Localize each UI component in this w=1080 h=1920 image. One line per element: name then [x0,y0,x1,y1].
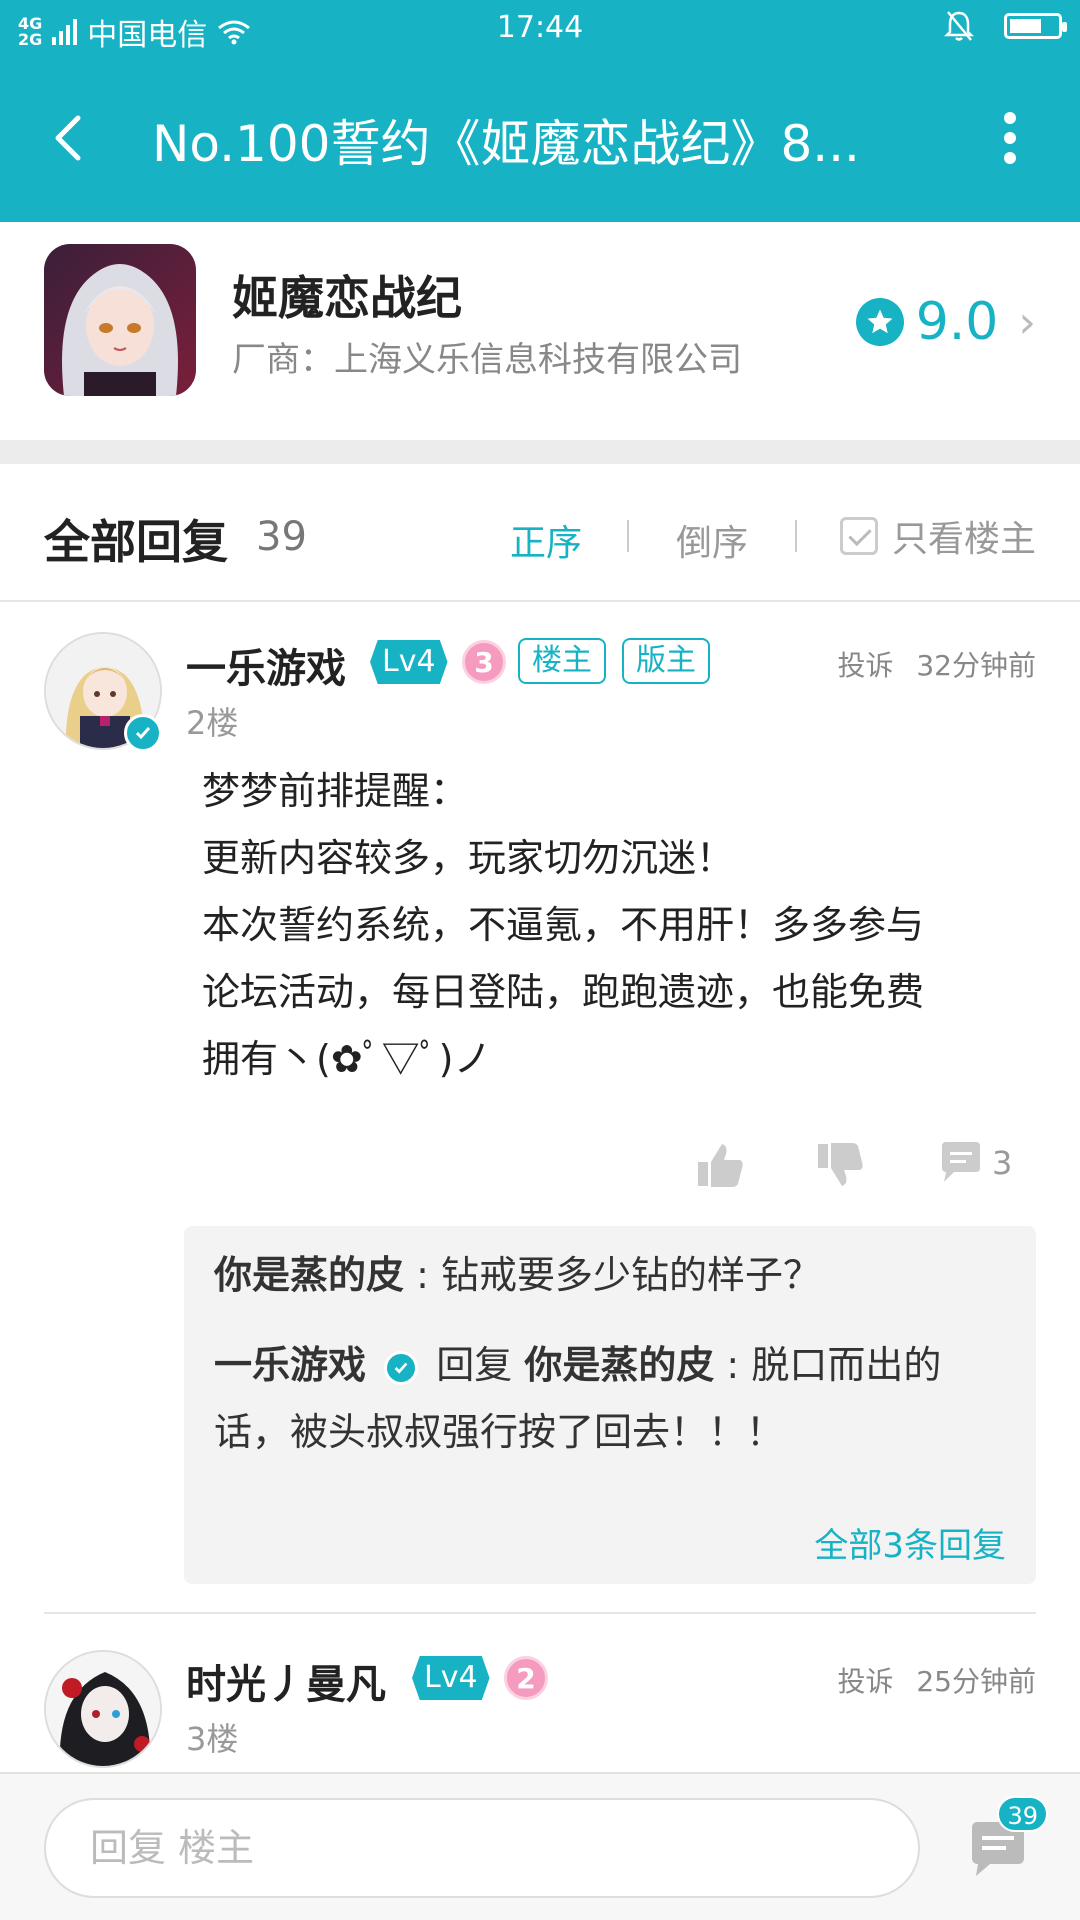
game-rating[interactable]: 9.0 › [855,292,1036,352]
star-icon [855,298,904,346]
medal-badge: 2 [504,1656,548,1700]
bell-muted-icon [944,11,974,41]
verified-icon [384,1350,419,1385]
quoted-reply: 一乐游戏 回复 你是蒸的皮 : 脱口而出的 话，被头叔叔强行按了回去！！！ [214,1332,1014,1466]
back-arrow-icon[interactable] [40,108,100,168]
app-bar: No.100誓约《姬魔恋战纪》8... [0,58,1080,222]
content-line: 拥有丶(✿ﾟ▽ﾟ)ノ [202,1037,492,1081]
bottom-reply-bar: 回复 楼主 39 [0,1772,1080,1920]
username[interactable]: 时光丿曼凡 [186,1652,386,1710]
replies-title: 全部回复 [44,515,228,569]
reply-verb: 回复 [436,1343,513,1387]
page-title: No.100誓约《姬魔恋战纪》8... [152,115,860,173]
post-content: 梦梦前排提醒： 更新内容较多，玩家切勿沉迷！ 本次誓约系统，不逼氪，不用肝！多多… [202,758,1022,1093]
post-time: 32分钟前 [916,649,1036,682]
only-owner-label: 只看楼主 [891,519,1036,560]
replies-header: 全部回复 39 正序 倒序 只看楼主 [0,464,1080,602]
quoted-reply: 你是蒸的皮 : 钻戒要多少钻的样子？ [214,1242,1014,1309]
reply-post: 时光丿曼凡 Lv4 2 投诉 25分钟前 3楼 [0,1630,1080,1772]
avatar[interactable] [44,1650,162,1768]
battery-icon [1004,13,1067,39]
reply-post: 一乐游戏 Lv4 3 楼主 版主 投诉 32分钟前 2楼 梦梦前排提醒： 更新内… [0,602,1080,1612]
game-icon [44,244,196,396]
content-line: 梦梦前排提醒： [202,769,469,813]
owner-tag: 楼主 [518,638,606,684]
reply-text: 钻戒要多少钻的样子？ [441,1253,822,1297]
level-badge: Lv4 [412,1656,490,1700]
post-time: 25分钟前 [916,1665,1036,1698]
comment-count-badge: 39 [997,1796,1048,1832]
medal-badge: 3 [462,640,506,684]
floor-number: 2楼 [186,704,239,742]
like-button[interactable] [696,1140,746,1190]
section-separator [0,440,1080,464]
floor-number: 3楼 [186,1720,239,1758]
reply-target[interactable]: 你是蒸的皮 [524,1343,714,1387]
chevron-right-icon: › [1018,296,1036,348]
quoted-replies[interactable]: 你是蒸的皮 : 钻戒要多少钻的样子？ 一乐游戏 回复 你是蒸的皮 : 脱口而出的… [184,1226,1036,1584]
only-owner-toggle[interactable]: 只看楼主 [839,510,1036,562]
more-vertical-icon[interactable] [1000,108,1020,168]
sort-ascending-tab[interactable]: 正序 [510,514,582,566]
reply-text: 脱口而出的 [751,1343,942,1387]
content-line: 论坛活动，每日登陆，跑跑遗迹，也能免费 [202,970,925,1014]
checkbox-icon [839,517,878,555]
thumbs-up-icon [698,1144,743,1187]
moderator-tag: 版主 [622,638,710,684]
reply-text-continued: 话，被头叔叔强行按了回去！！！ [214,1410,785,1454]
replies-count: 39 [256,514,307,560]
content-line: 本次誓约系统，不逼氪，不用肝！多多参与 [202,903,925,947]
report-link[interactable]: 投诉 [837,1665,893,1698]
thumbs-down-icon [818,1143,863,1186]
reply-separator: : [726,1343,752,1387]
game-maker: 厂商：上海义乐信息科技有限公司 [232,340,742,380]
post-divider [44,1612,1036,1614]
all-replies-link[interactable]: 全部3条回复 [814,1518,1006,1567]
divider [627,520,629,552]
reply-separator: : [416,1253,441,1297]
game-info-card[interactable]: 姬魔恋战纪 厂商：上海义乐信息科技有限公司 9.0 › [0,222,1080,440]
username[interactable]: 一乐游戏 [186,636,346,694]
comment-button[interactable]: 3 [938,1140,1012,1186]
comment-icon [942,1142,980,1182]
divider [795,520,797,552]
rating-value: 9.0 [915,292,999,352]
status-time: 17:44 [496,10,584,45]
comment-count: 3 [992,1144,1013,1182]
report-link[interactable]: 投诉 [837,649,893,682]
reply-input[interactable]: 回复 楼主 [44,1798,920,1898]
dislike-button[interactable] [816,1140,866,1190]
game-name: 姬魔恋战纪 [232,271,462,325]
reply-author[interactable]: 你是蒸的皮 [214,1253,404,1297]
content-line: 更新内容较多，玩家切勿沉迷！ [202,836,735,880]
sort-descending-tab[interactable]: 倒序 [676,514,748,566]
level-badge: Lv4 [370,640,448,684]
reply-author[interactable]: 一乐游戏 [214,1343,366,1387]
verified-icon [124,714,162,752]
status-bar: 4G 2G 中国电信 17:44 [0,0,1080,58]
